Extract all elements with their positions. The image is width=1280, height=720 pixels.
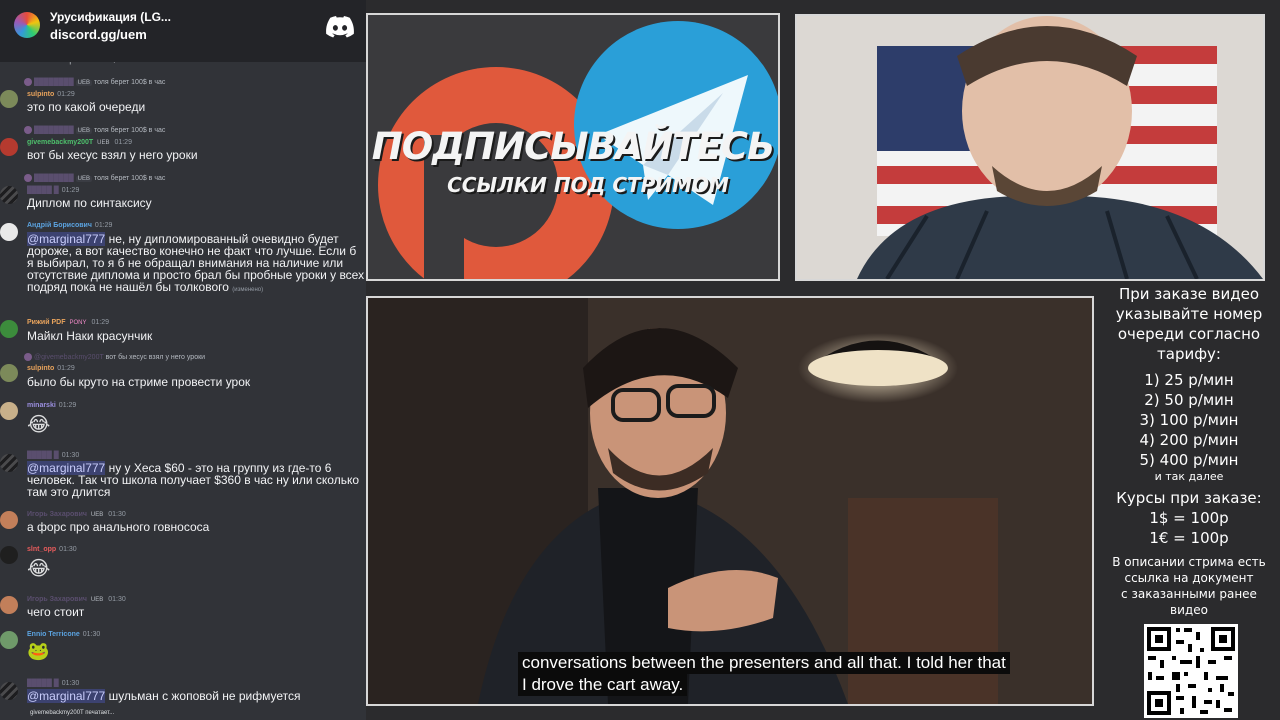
video-frame	[368, 298, 1092, 704]
reply-preview: ████████ UEB толя берет 100$ в час	[24, 126, 165, 134]
tariff-item: 3) 100 р/мин	[1139, 411, 1239, 429]
message-text: Майкл Наки красунчик	[27, 329, 153, 343]
tariff-etc: и так далее	[1154, 470, 1224, 483]
avatar	[0, 90, 18, 108]
video-subtitles: conversations between the presenters and…	[518, 652, 1010, 696]
message-meta: Андрій Борисович 01:29	[27, 222, 113, 229]
server-header: Урусификация (LG... discord.gg/uem	[0, 0, 366, 62]
message-meta: █████ █ 01:30	[27, 680, 80, 687]
message-text: это по какой очереди	[27, 100, 146, 114]
description-note: В описании стрима есть	[1112, 555, 1266, 569]
avatar	[0, 454, 18, 472]
typing-indicator: givemebackmy200T печатает...	[30, 710, 115, 716]
subscribe-promo-banner: ПОДПИСЫВАЙТЕСЬ ССЫЛКИ ПОД СТРИМОМ	[366, 13, 780, 281]
avatar	[0, 364, 18, 382]
description-note: ссылка на документ	[1124, 571, 1254, 585]
message-text: @marginal777 ну у Хеса $60 - это на груп…	[27, 461, 360, 499]
message-text: @marginal777 не, ну дипломированный очев…	[27, 232, 365, 294]
rates-title: Курсы при заказе:	[1116, 489, 1262, 507]
description-note: видео	[1170, 603, 1208, 617]
description-note: с заказанными ранее	[1121, 587, 1257, 601]
server-name: Урусификация (LG...	[50, 10, 171, 24]
message-text: @marginal777 шульман с жоповой не рифмуе…	[27, 689, 301, 703]
laughing-emoji-icon: 😂	[27, 412, 51, 436]
discord-chat-overlay: толя берет 100$ в час ████████ UEB толя …	[0, 0, 366, 720]
message-text: вот бы хесус взял у него уроки	[27, 148, 198, 162]
info-heading: указывайте номер	[1115, 305, 1263, 323]
avatar	[0, 320, 18, 338]
message-meta: sulpinto 01:29	[27, 91, 75, 98]
reply-preview: @givemebackmy200T вот бы хесус взял у не…	[24, 353, 205, 361]
qr-code	[1144, 624, 1238, 718]
server-invite-link[interactable]: discord.gg/uem	[50, 27, 147, 42]
tariff-item: 5) 400 р/мин	[1139, 451, 1239, 469]
promo-title: ПОДПИСЫВАЙТЕСЬ	[371, 125, 775, 168]
server-icon	[14, 12, 40, 38]
message-text: чего стоит	[27, 605, 85, 619]
message-meta: minarski 01:29	[27, 402, 77, 409]
rate-item: 1$ = 100р	[1149, 509, 1229, 527]
avatar	[0, 223, 18, 241]
message-meta: Рижий PDF PONY 01:29	[27, 319, 109, 326]
message-meta: █████ █ 01:30	[27, 452, 80, 459]
user-mention[interactable]: @marginal777	[27, 689, 106, 703]
pepe-frog-emoji-icon: 🐸	[27, 641, 50, 662]
avatar	[0, 546, 18, 564]
order-info-panel: При заказе видео указывайте номер очеред…	[1098, 284, 1280, 618]
message-text: Диплом по синтаксису	[27, 196, 152, 210]
promo-subtitle: ССЫЛКИ ПОД СТРИМОМ	[447, 173, 729, 197]
message-meta: givemebackmy200T UEB 01:29	[27, 139, 132, 146]
laughing-emoji-icon: 😂	[27, 556, 51, 580]
message-text: а форс про анального говнососа	[27, 520, 210, 534]
discord-logo-icon	[326, 16, 354, 38]
message-meta: sulpinto 01:29	[27, 365, 75, 372]
info-heading: При заказе видео	[1118, 285, 1260, 303]
avatar	[0, 682, 18, 700]
tariff-item: 1) 25 р/мин	[1144, 371, 1234, 389]
message-meta: slnt_opp 01:30	[27, 546, 77, 553]
message-text: было бы круто на стриме провести урок	[27, 375, 251, 389]
reply-preview: ████████ UEB толя берет 100$ в час	[24, 174, 165, 182]
message-meta: Ennio Terricone 01:30	[27, 631, 101, 638]
main-video-player[interactable]: conversations between the presenters and…	[366, 296, 1094, 706]
avatar	[0, 596, 18, 614]
message-meta: Игорь Захарович UEB 01:30	[27, 511, 126, 518]
info-heading: тарифу:	[1157, 345, 1221, 363]
avatar	[0, 186, 18, 204]
avatar	[0, 402, 18, 420]
message-meta: Игорь Захарович UEB 01:30	[27, 596, 126, 603]
info-heading: очереди согласно	[1117, 325, 1261, 343]
avatar	[0, 511, 18, 529]
message-meta: █████ █ 01:29	[27, 187, 80, 194]
rate-item: 1€ = 100р	[1149, 529, 1229, 547]
reply-preview: ████████ UEB толя берет 100$ в час	[24, 78, 165, 86]
tariff-item: 2) 50 р/мин	[1144, 391, 1234, 409]
avatar	[0, 631, 18, 649]
tariff-item: 4) 200 р/мин	[1139, 431, 1239, 449]
avatar	[0, 138, 18, 156]
streamer-webcam	[795, 14, 1265, 281]
